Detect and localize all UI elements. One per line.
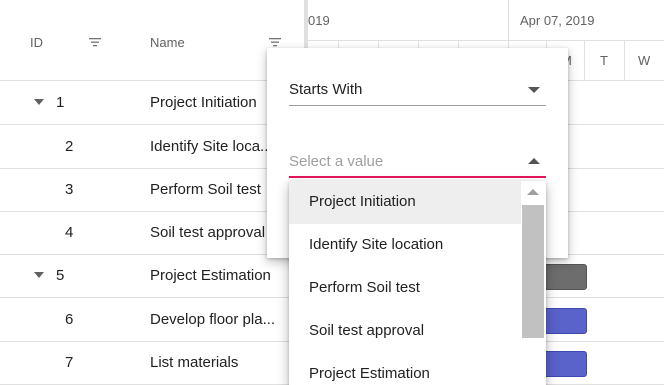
collapse-arrow-icon[interactable] bbox=[34, 99, 44, 105]
list-item[interactable]: Project Estimation bbox=[289, 353, 521, 385]
chevron-down-icon[interactable] bbox=[528, 87, 540, 93]
cell-name: Soil test approval bbox=[150, 224, 266, 241]
dropdown-underline bbox=[289, 105, 546, 106]
grid-row-1[interactable]: 1 Project Initiation bbox=[0, 81, 306, 125]
value-dropdown[interactable]: Select a value bbox=[289, 144, 546, 178]
cell-name: Project Estimation bbox=[150, 267, 271, 284]
list-item-label: Soil test approval bbox=[309, 322, 425, 339]
tree-grid: ID Name 1 Project Initiation 2 Identify … bbox=[0, 0, 306, 385]
timeline-top-tier: 019 Apr 07, 2019 bbox=[308, 0, 664, 41]
cell-id: 5 bbox=[56, 267, 65, 284]
dropdown-underline-active bbox=[289, 176, 546, 178]
cell-id: 4 bbox=[65, 224, 74, 241]
timeline-week-label: Apr 07, 2019 bbox=[520, 13, 595, 28]
list-item-label: Project Estimation bbox=[309, 365, 430, 382]
list-item[interactable]: Identify Site location bbox=[289, 224, 521, 267]
timeline-week-label-prev: 019 bbox=[308, 13, 330, 28]
cell-id: 1 bbox=[56, 94, 65, 111]
list-item[interactable]: Soil test approval bbox=[289, 310, 521, 353]
cell-name: Perform Soil test bbox=[150, 181, 261, 198]
list-item[interactable]: Project Initiation bbox=[289, 181, 521, 224]
value-options-list: Project Initiation Identify Site locatio… bbox=[289, 181, 546, 385]
list-item-label: Project Initiation bbox=[309, 193, 416, 210]
scroll-up-icon[interactable] bbox=[527, 189, 539, 195]
cell-id: 3 bbox=[65, 181, 74, 198]
name-filter-icon[interactable] bbox=[268, 35, 282, 49]
grid-row-4[interactable]: 4 Soil test approval bbox=[0, 211, 306, 255]
grid-row-2[interactable]: 2 Identify Site loca... bbox=[0, 125, 306, 169]
operator-dropdown[interactable]: Starts With bbox=[289, 72, 546, 106]
list-item-label: Identify Site location bbox=[309, 236, 444, 253]
cell-name: Project Initiation bbox=[150, 94, 257, 111]
name-column-header[interactable]: Name bbox=[150, 35, 185, 50]
timeline-divider bbox=[624, 41, 625, 80]
operator-value: Starts With bbox=[289, 81, 363, 98]
grid-row-5[interactable]: 5 Project Estimation bbox=[0, 254, 306, 298]
cell-id: 2 bbox=[65, 138, 74, 155]
grid-header: ID Name bbox=[0, 0, 306, 81]
timeline-divider bbox=[508, 0, 509, 40]
list-item[interactable]: Perform Soil test bbox=[289, 267, 521, 310]
scrollbar-thumb[interactable] bbox=[522, 205, 544, 338]
value-placeholder: Select a value bbox=[289, 153, 384, 170]
timeline-divider bbox=[584, 41, 585, 80]
id-column-header[interactable]: ID bbox=[30, 35, 43, 50]
cell-name: Develop floor pla... bbox=[150, 311, 276, 328]
grid-row-3[interactable]: 3 Perform Soil test bbox=[0, 168, 306, 212]
collapse-arrow-icon[interactable] bbox=[34, 272, 44, 278]
grid-row-6[interactable]: 6 Develop floor pla... bbox=[0, 298, 306, 342]
timeline-day-label: T bbox=[600, 53, 608, 68]
cell-name: List materials bbox=[150, 354, 239, 371]
grid-row-7[interactable]: 7 List materials bbox=[0, 341, 306, 385]
cell-id: 7 bbox=[65, 354, 74, 371]
cell-name: Identify Site loca... bbox=[150, 138, 273, 155]
cell-id: 6 bbox=[65, 311, 74, 328]
list-item-label: Perform Soil test bbox=[309, 279, 420, 296]
timeline-day-label: W bbox=[638, 53, 651, 68]
chevron-up-icon[interactable] bbox=[528, 158, 540, 164]
id-filter-icon[interactable] bbox=[88, 35, 102, 49]
